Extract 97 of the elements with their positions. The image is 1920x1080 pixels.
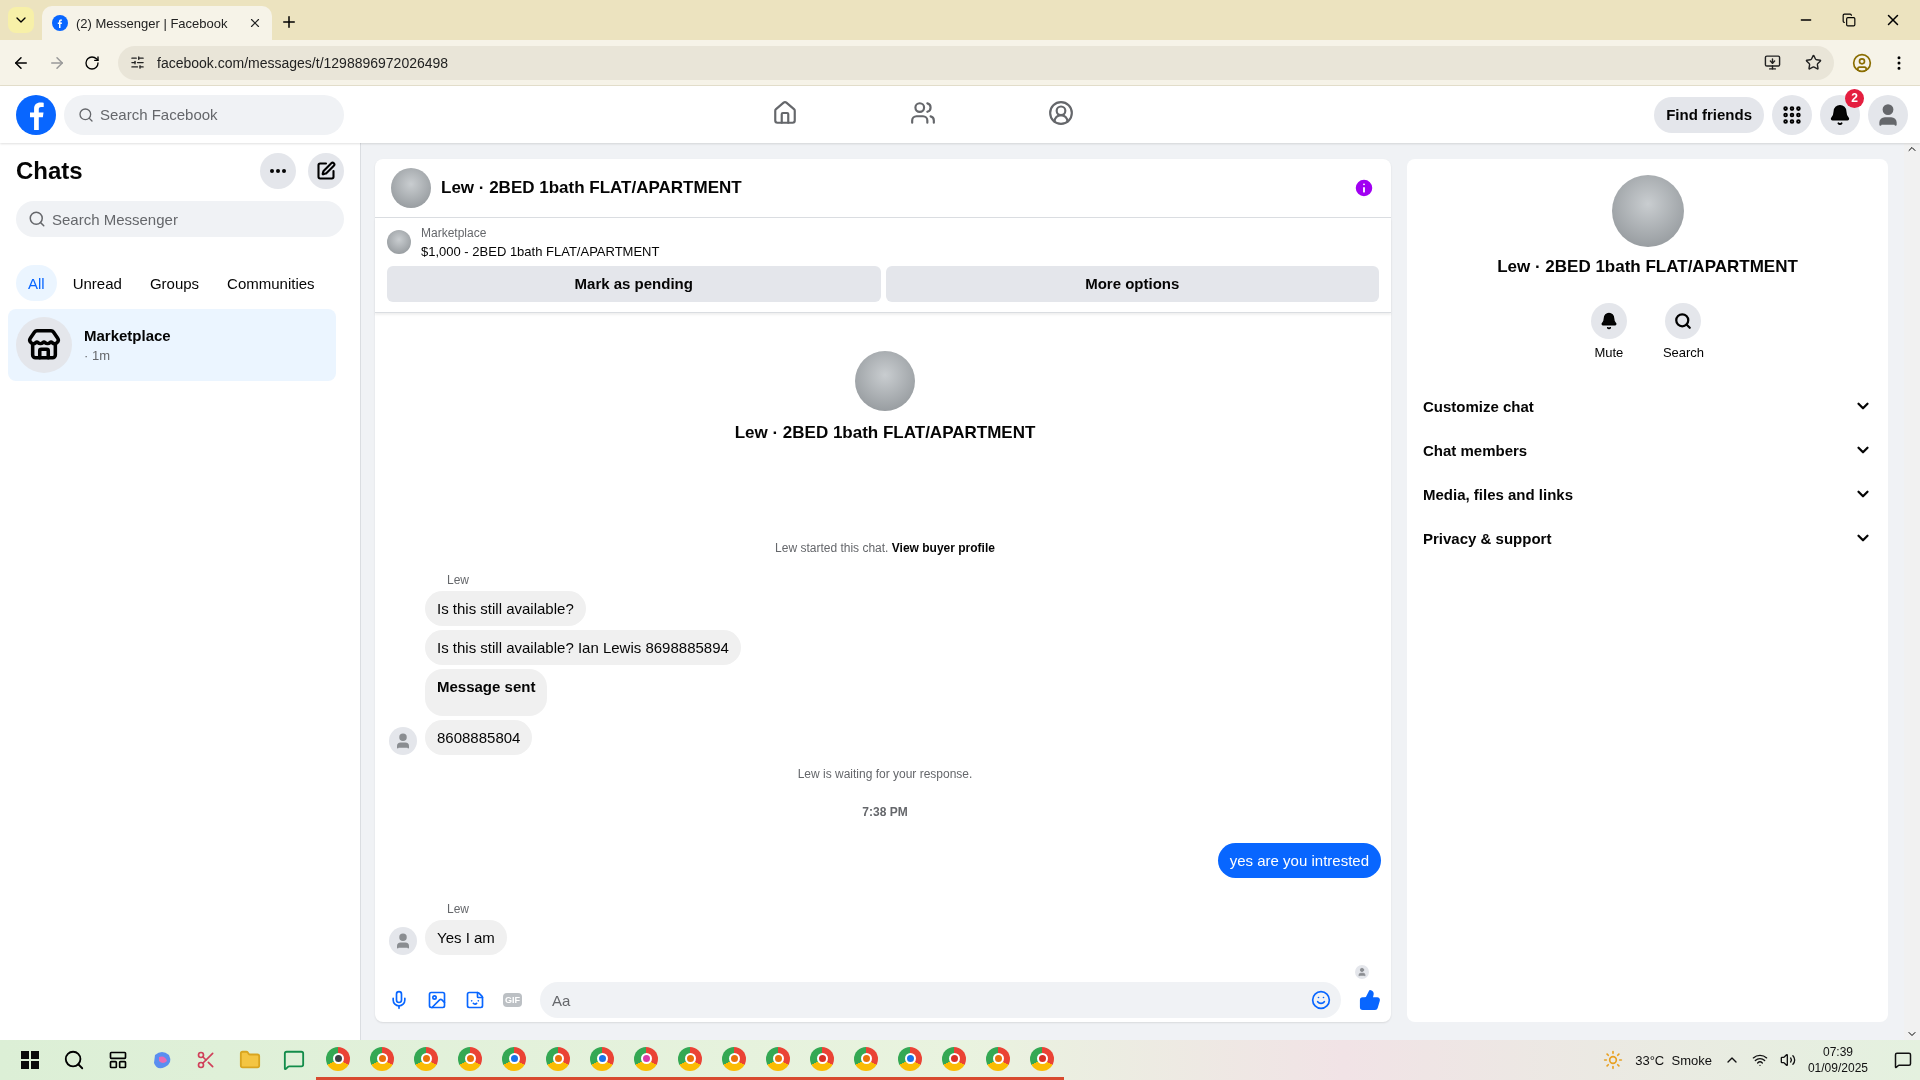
action-button[interactable] [1590, 303, 1627, 339]
conversation-name: Lew · 2BED 1bath FLAT/APARTMENT [1497, 257, 1798, 277]
compose-icon [316, 161, 336, 181]
filter-tab[interactable]: All [16, 265, 57, 301]
browser-icon[interactable] [898, 1046, 922, 1071]
filter-tab[interactable]: Groups [137, 265, 212, 301]
windows-logo-icon[interactable] [21, 1051, 39, 1069]
search-icon [78, 106, 94, 123]
reload-icon[interactable] [84, 54, 100, 71]
browser-icon[interactable] [810, 1046, 834, 1071]
chat-time: · 1m [84, 348, 111, 363]
filter-tab[interactable]: Unread [60, 265, 134, 301]
browser-icon[interactable] [502, 1046, 526, 1071]
notification-count: 2 [1845, 88, 1864, 108]
bell-icon [1599, 312, 1618, 330]
image-icon[interactable] [427, 990, 447, 1011]
photo-placeholder [387, 230, 411, 255]
scissors-icon[interactable] [196, 1050, 216, 1070]
user-circle-icon [1048, 100, 1074, 126]
compose-button[interactable] [308, 153, 344, 189]
seen-avatar [1355, 964, 1369, 979]
message-bubble: Is this still available? Ian Lewis 8698885894 [425, 629, 741, 665]
system-message: Lew started this chat. View buyer profile [774, 540, 996, 555]
chat-name: Marketplace [84, 327, 171, 344]
photo-placeholder [391, 167, 431, 208]
sender-name: Lew [447, 572, 470, 587]
search-icon [28, 210, 46, 228]
chat-list-item[interactable]: Marketplace · 1m [8, 309, 336, 381]
tab-list-button[interactable] [8, 7, 34, 33]
message-field[interactable]: Aa [540, 982, 1341, 1019]
network-icon[interactable] [1751, 1052, 1768, 1068]
message-bubble: Message sent [425, 668, 548, 716]
browser-icon[interactable] [590, 1046, 614, 1071]
browser-icon[interactable] [1030, 1046, 1054, 1071]
info-icon[interactable] [1353, 176, 1375, 199]
grid-icon [1781, 103, 1803, 126]
message-bubble: Yes I am [425, 919, 507, 955]
section-header[interactable]: Media, files and links [1423, 472, 1872, 516]
browser-icon[interactable] [942, 1046, 966, 1071]
more-button[interactable] [260, 153, 296, 189]
buyer-profile-link[interactable]: View buyer profile [891, 540, 995, 555]
filter-tab[interactable]: Communities [215, 265, 327, 301]
menu-button[interactable] [1772, 94, 1812, 135]
store-icon [27, 328, 61, 362]
microphone-icon[interactable] [389, 990, 409, 1011]
task-view-icon[interactable] [108, 1050, 128, 1070]
sticker-icon[interactable] [465, 990, 485, 1011]
search-icon[interactable] [63, 1049, 85, 1071]
browser-icon[interactable] [326, 1046, 350, 1071]
system-message: Lew is waiting for your response. [796, 766, 974, 781]
search-field[interactable]: Search Facebook [64, 94, 344, 135]
listing-source: Marketplace [421, 225, 488, 240]
listing-title: $1,000 - 2BED 1bath FLAT/APARTMENT [421, 243, 660, 259]
find-friends-button[interactable]: Find friends [1654, 96, 1764, 133]
thumbs-up-icon[interactable] [1359, 989, 1381, 1012]
section-header[interactable]: Chat members [1423, 428, 1872, 472]
volume-icon[interactable] [1779, 1052, 1796, 1068]
facebook-logo-icon [52, 15, 68, 31]
search-icon [1674, 312, 1693, 330]
notifications-button[interactable] [1820, 94, 1860, 135]
swirl-icon[interactable] [151, 1049, 173, 1071]
message-bubble: Is this still available? [425, 590, 586, 626]
profile-icon[interactable] [1852, 52, 1872, 73]
chat-bubble-icon[interactable] [283, 1049, 305, 1071]
action-label: Search [1662, 345, 1705, 360]
chats-title: Chats [16, 157, 84, 185]
action-button[interactable]: Mark as pending [387, 265, 881, 302]
sender-name: Lew [447, 901, 470, 916]
people-icon [910, 100, 936, 126]
home-icon [772, 100, 798, 126]
smiley-icon[interactable] [1311, 990, 1331, 1011]
action-label: Mute [1594, 345, 1624, 360]
address-bar[interactable]: facebook.com/messages/t/1298896972026498 [118, 45, 1834, 80]
action-button[interactable]: More options [885, 265, 1379, 302]
message-bubble: 8608885804 [425, 719, 533, 755]
close-icon[interactable] [248, 16, 262, 30]
search-field[interactable]: Search Messenger [16, 201, 344, 237]
section-header[interactable]: Customize chat [1423, 384, 1872, 428]
conversation-title: Lew · 2BED 1bath FLAT/APARTMENT [441, 177, 743, 198]
conversation-name: Lew · 2BED 1bath FLAT/APARTMENT [734, 422, 1036, 443]
browser-tab[interactable]: (2) Messenger | Facebook [42, 6, 272, 40]
action-button[interactable] [1665, 303, 1702, 339]
install-icon[interactable] [1764, 54, 1781, 71]
site-settings-icon[interactable] [130, 55, 145, 70]
clock[interactable]: 07:39 01/09/2025 [1807, 1044, 1868, 1076]
restore-icon[interactable] [1842, 13, 1856, 27]
weather-text[interactable]: 33°C Smoke [1635, 1052, 1712, 1068]
section-header[interactable]: Privacy & support [1423, 516, 1872, 560]
account-button[interactable] [1868, 94, 1908, 135]
timestamp: 7:38 PM [861, 804, 909, 819]
star-icon[interactable] [1805, 54, 1822, 71]
new-tab-icon[interactable] [280, 13, 298, 31]
ellipsis-icon [270, 169, 286, 173]
bell-icon [1829, 103, 1851, 126]
facebook-logo-icon[interactable] [16, 94, 56, 135]
message-bubble: yes are you intrested [1217, 842, 1381, 878]
notifications-icon[interactable] [1894, 1051, 1912, 1069]
